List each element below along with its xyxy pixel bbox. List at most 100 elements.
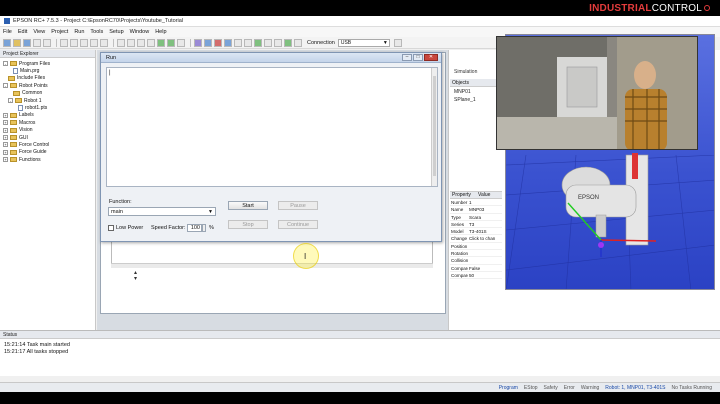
simulation-tab[interactable]: Simulation bbox=[454, 69, 477, 75]
tree-item[interactable]: Main.prg bbox=[3, 67, 95, 75]
speed-factor-input[interactable]: 100 bbox=[187, 224, 202, 232]
collapse-icon[interactable]: - bbox=[3, 61, 8, 67]
tree-item[interactable]: Include Files bbox=[3, 75, 95, 82]
tree-item-label: Main.prg bbox=[20, 68, 40, 75]
tree-item[interactable]: + Force Guide bbox=[3, 149, 95, 156]
speed-factor-spinner[interactable] bbox=[202, 224, 206, 232]
property-row[interactable]: Model T3-401S bbox=[450, 228, 502, 236]
continue-button[interactable]: Continue bbox=[278, 220, 318, 229]
undo-icon[interactable] bbox=[90, 38, 98, 47]
build-icon[interactable] bbox=[157, 38, 165, 47]
menu-run[interactable]: Run bbox=[74, 29, 84, 35]
simulator-icon[interactable] bbox=[224, 38, 232, 47]
cut-icon[interactable] bbox=[60, 38, 68, 47]
expand-icon[interactable]: + bbox=[3, 157, 8, 163]
property-row[interactable]: Change RClick to chan bbox=[450, 235, 502, 243]
command-window-icon[interactable] bbox=[264, 38, 272, 47]
menu-help[interactable]: Help bbox=[155, 29, 166, 35]
maximize-icon[interactable]: □ bbox=[413, 54, 423, 61]
open-folder-icon[interactable] bbox=[13, 38, 21, 47]
save-all-icon[interactable] bbox=[33, 38, 41, 47]
find-next-icon[interactable] bbox=[127, 38, 135, 47]
run-output-area[interactable]: | bbox=[106, 67, 438, 187]
property-key: Series bbox=[451, 221, 465, 227]
paste-icon[interactable] bbox=[80, 38, 88, 47]
start-button[interactable]: Start bbox=[228, 201, 268, 210]
controller-icon[interactable] bbox=[284, 38, 292, 47]
camera-icon[interactable] bbox=[274, 38, 282, 47]
property-row[interactable]: Compare50 bbox=[450, 272, 502, 280]
collapse-icon[interactable]: - bbox=[3, 83, 8, 89]
task-manager-icon[interactable] bbox=[214, 38, 222, 47]
tree-item[interactable]: Common bbox=[3, 90, 95, 97]
menu-edit[interactable]: Edit bbox=[18, 29, 27, 35]
object-item-mnp01[interactable]: MNP01 bbox=[454, 89, 471, 95]
outdent-icon[interactable] bbox=[147, 38, 155, 47]
tree-item[interactable]: - Robot 1 bbox=[3, 97, 95, 104]
connect-icon[interactable] bbox=[294, 38, 302, 47]
run-window-icon[interactable] bbox=[167, 38, 175, 47]
robot-manager-icon[interactable] bbox=[194, 38, 202, 47]
expand-icon[interactable]: + bbox=[3, 135, 8, 141]
redo-icon[interactable] bbox=[100, 38, 108, 47]
object-item-splane[interactable]: SPlane_1 bbox=[454, 97, 476, 103]
minimize-icon[interactable]: – bbox=[402, 54, 412, 61]
close-icon[interactable]: ✕ bbox=[424, 54, 438, 61]
stop-button[interactable]: Stop bbox=[228, 220, 268, 229]
property-row[interactable]: Rotation bbox=[450, 250, 502, 258]
copy-icon[interactable] bbox=[70, 38, 78, 47]
status-title: Status bbox=[0, 331, 720, 339]
tree-item[interactable]: + Vision bbox=[3, 127, 95, 134]
expand-icon[interactable]: + bbox=[3, 149, 8, 155]
function-select[interactable]: main ▼ bbox=[108, 207, 216, 216]
chevron-down-icon: ▼ bbox=[382, 39, 388, 46]
indent-icon[interactable] bbox=[137, 38, 145, 47]
low-power-checkbox[interactable] bbox=[108, 225, 114, 231]
expand-icon[interactable]: + bbox=[3, 112, 8, 118]
collapse-icon[interactable]: - bbox=[8, 98, 13, 104]
scroll-thumb[interactable] bbox=[433, 76, 436, 176]
connection-select[interactable]: USB ▼ bbox=[337, 38, 390, 47]
expand-icon[interactable]: + bbox=[3, 127, 8, 133]
property-row[interactable]: Collision bbox=[450, 257, 502, 265]
editor-text-area[interactable] bbox=[111, 241, 433, 265]
menu-tools[interactable]: Tools bbox=[90, 29, 103, 35]
tree-item[interactable]: - Robot Points bbox=[3, 82, 95, 89]
editor-hscrollbar[interactable] bbox=[111, 263, 433, 268]
project-explorer: Project Explorer - Program Files Main.prg I… bbox=[0, 50, 96, 342]
save-icon[interactable] bbox=[23, 38, 31, 47]
tree-item[interactable]: + Macros bbox=[3, 119, 95, 126]
menu-window[interactable]: Window bbox=[130, 29, 150, 35]
tree-item[interactable]: + Functions bbox=[3, 156, 95, 163]
pause-button[interactable]: Pause bbox=[278, 201, 318, 210]
new-file-icon[interactable] bbox=[3, 38, 11, 47]
output-vscrollbar[interactable] bbox=[431, 68, 437, 186]
property-row[interactable]: Position bbox=[450, 243, 502, 251]
tree-item[interactable]: + Force Control bbox=[3, 141, 95, 148]
expand-icon[interactable]: + bbox=[3, 120, 8, 126]
properties-grid: Property Value Number 1 Name MNP03 Type Scara… bbox=[450, 191, 502, 289]
property-row[interactable]: Number 1 bbox=[450, 199, 502, 207]
menu-project[interactable]: Project bbox=[51, 29, 68, 35]
debug-icon[interactable] bbox=[177, 38, 185, 47]
gui-builder-icon[interactable] bbox=[244, 38, 252, 47]
menu-view[interactable]: View bbox=[33, 29, 45, 35]
property-row[interactable]: CompareFalse bbox=[450, 265, 502, 272]
menu-file[interactable]: File bbox=[3, 29, 12, 35]
expand-icon[interactable]: + bbox=[3, 142, 8, 148]
tree-item[interactable]: - Program Files bbox=[3, 60, 95, 67]
tree-item[interactable]: robot1.pts bbox=[3, 104, 95, 112]
find-icon[interactable] bbox=[117, 38, 125, 47]
io-monitor-icon[interactable] bbox=[204, 38, 212, 47]
property-row[interactable]: Type Scara bbox=[450, 214, 502, 221]
vision-guide-icon[interactable] bbox=[234, 38, 242, 47]
force-guide-icon[interactable] bbox=[254, 38, 262, 47]
status-estop: EStop bbox=[523, 384, 538, 391]
tree-item[interactable]: + GUI bbox=[3, 134, 95, 141]
print-icon[interactable] bbox=[43, 38, 51, 47]
property-row[interactable]: Series T3 bbox=[450, 221, 502, 229]
disconnect-icon[interactable] bbox=[393, 38, 402, 47]
menu-setup[interactable]: Setup bbox=[109, 29, 123, 35]
tree-item[interactable]: + Labels bbox=[3, 112, 95, 119]
property-row[interactable]: Name MNP03 bbox=[450, 206, 502, 214]
